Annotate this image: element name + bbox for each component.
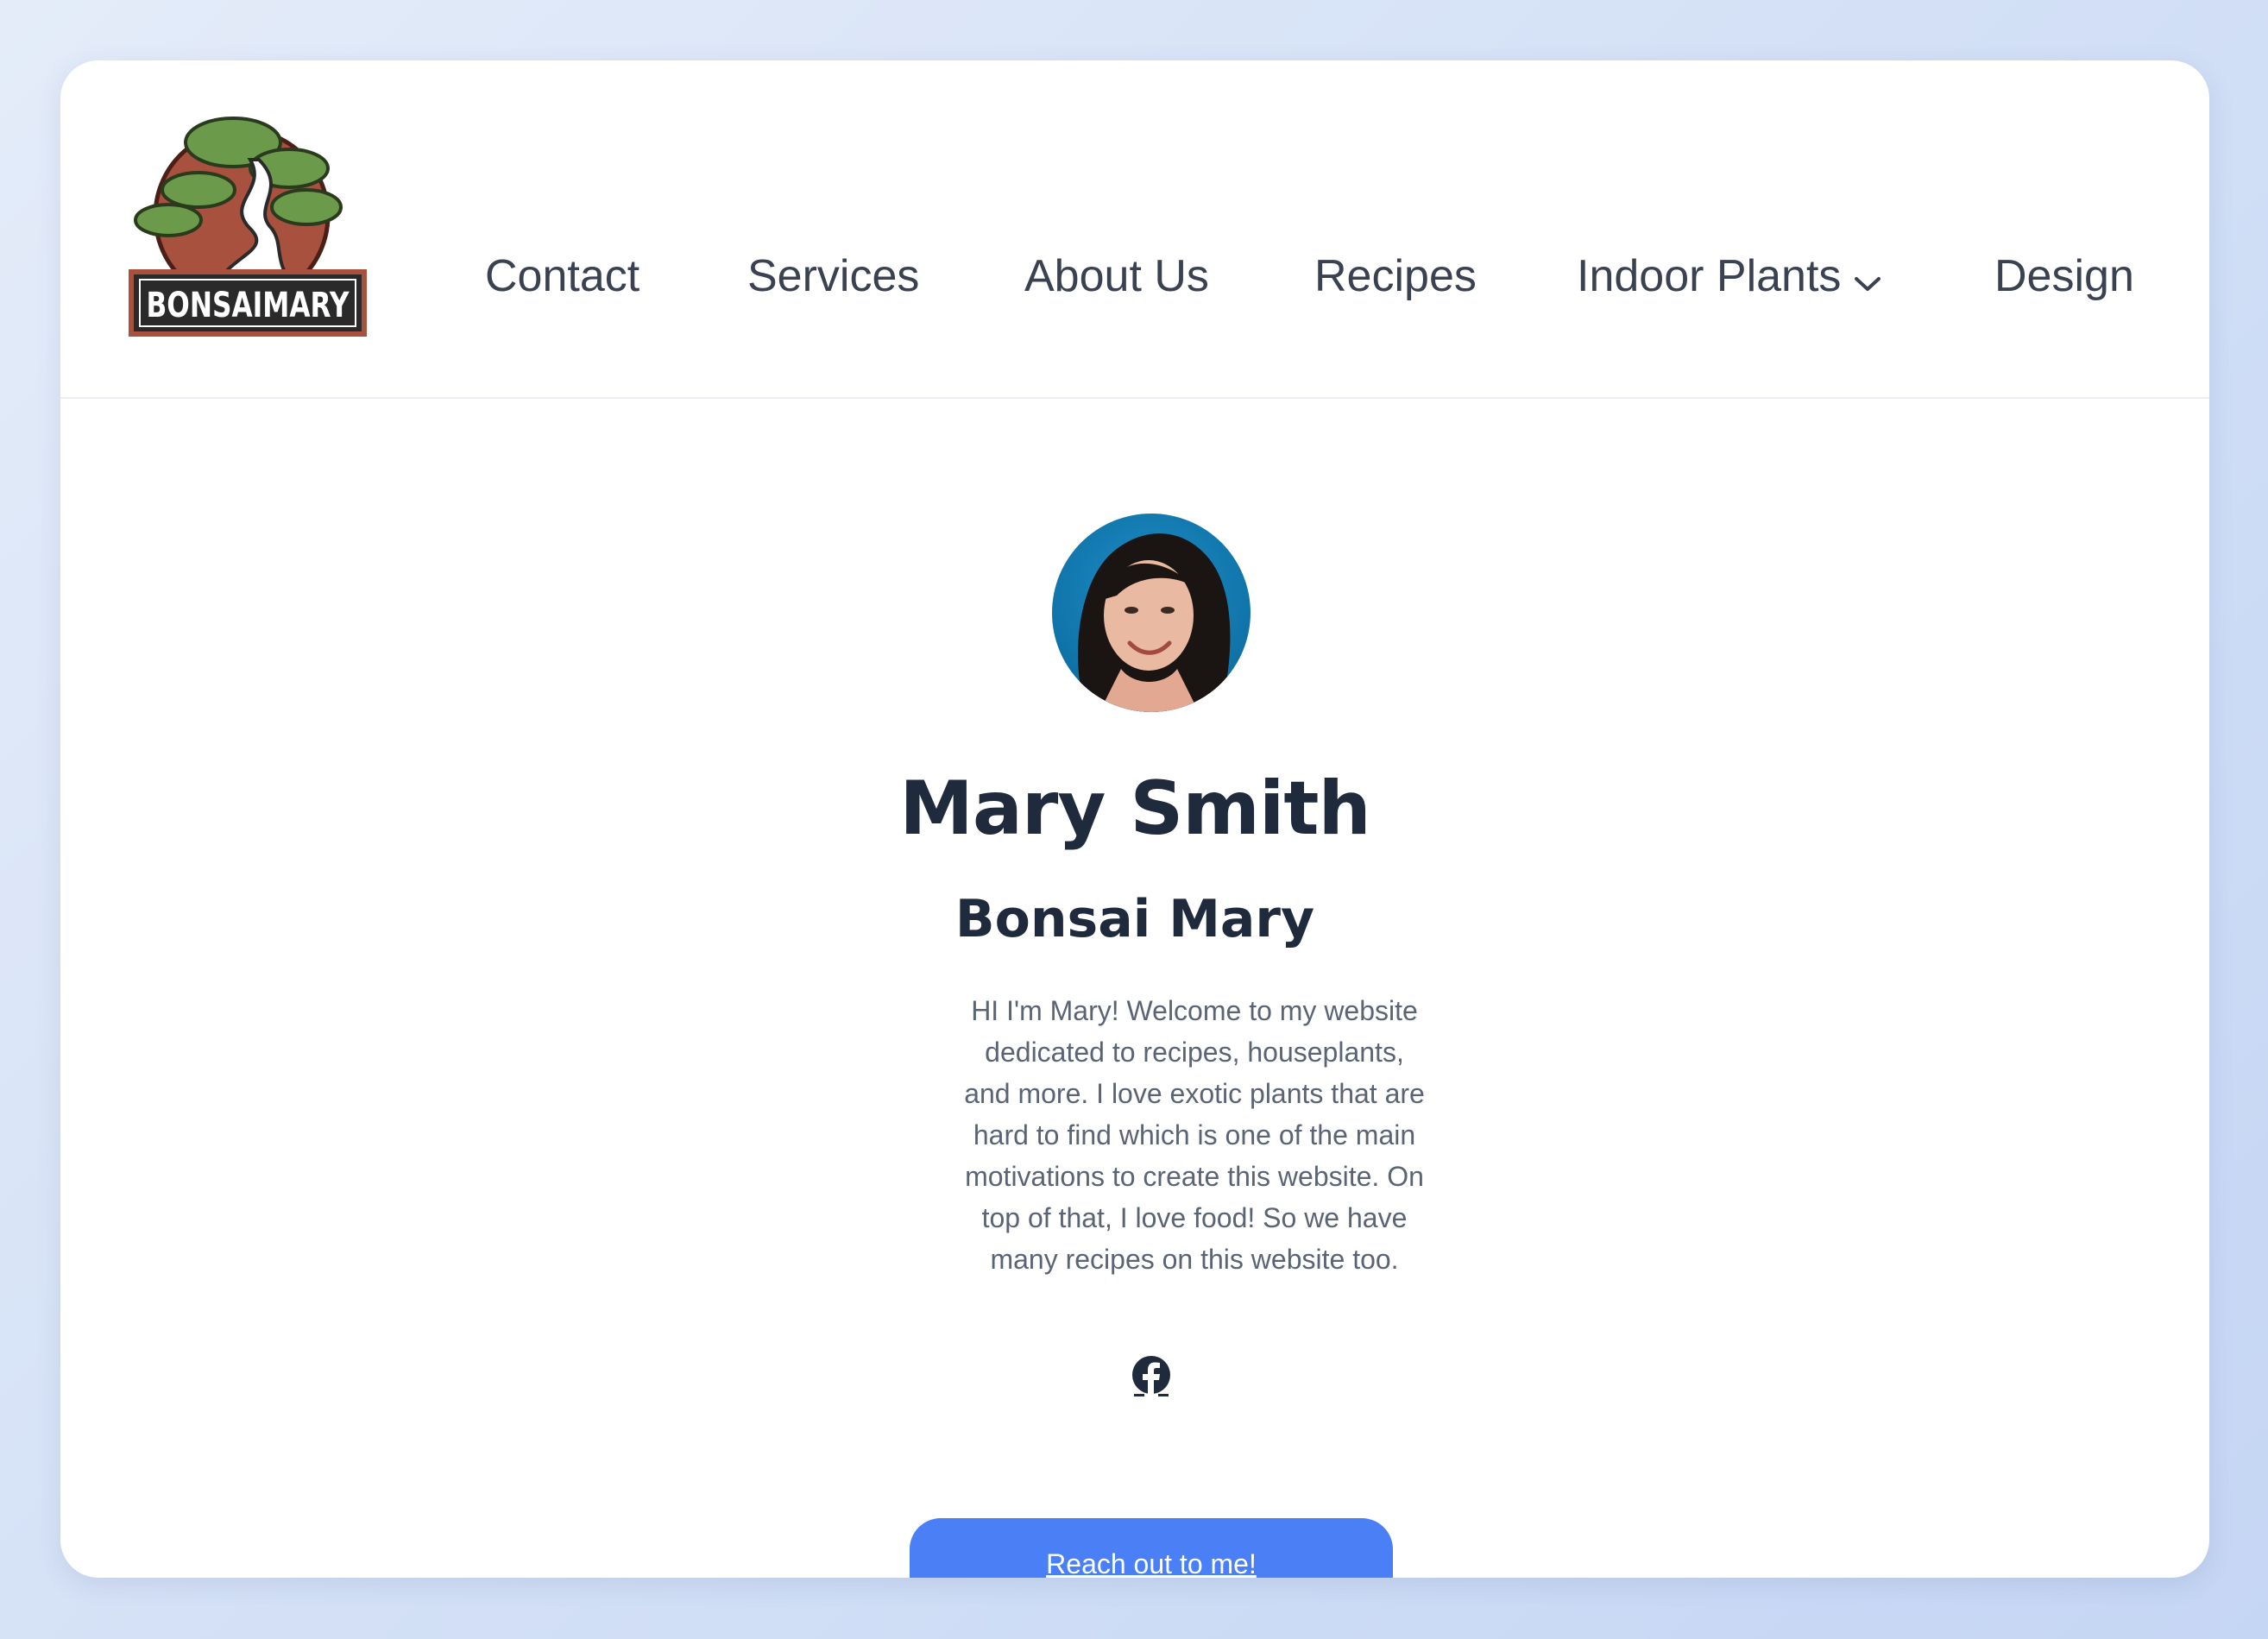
nav-item-label: Recipes	[1314, 251, 1477, 301]
avatar	[1052, 514, 1251, 712]
nav-item-label: Services	[747, 251, 920, 301]
site-header: BONSAIMARY Contact Services About Us Rec…	[60, 60, 2209, 399]
nav-item-label: Design	[1994, 251, 2134, 301]
nav-item-label: About Us	[1024, 251, 1209, 301]
reach-out-button[interactable]: Reach out to me!	[910, 1518, 1393, 1578]
profile-name: Mary Smith	[899, 766, 1370, 852]
facebook-icon[interactable]	[1129, 1354, 1174, 1399]
nav-item-services[interactable]: Services	[747, 250, 919, 302]
nav-item-design[interactable]: Design	[1994, 250, 2134, 302]
profile-bio: HI I'm Mary! Welcome to my website dedic…	[964, 995, 1425, 1275]
nav-item-indoor-plants[interactable]: Indoor Plants	[1577, 250, 1882, 305]
nav-item-recipes[interactable]: Recipes	[1314, 250, 1477, 302]
profile-section: Mary Smith Bonsai Mary HI I'm Mary! Welc…	[60, 399, 2209, 1578]
nav-item-label: Indoor Plants	[1577, 251, 1842, 301]
nav-item-about-us[interactable]: About Us	[1024, 250, 1209, 302]
main-nav: Contact Services About Us Recipes Indoor…	[60, 60, 2209, 397]
profile-subtitle: Bonsai Mary	[954, 889, 1315, 949]
nav-item-label: Contact	[485, 251, 640, 301]
profile-card: BONSAIMARY Contact Services About Us Rec…	[60, 60, 2209, 1578]
nav-item-contact[interactable]: Contact	[485, 250, 639, 302]
chevron-down-icon	[1853, 253, 1882, 305]
